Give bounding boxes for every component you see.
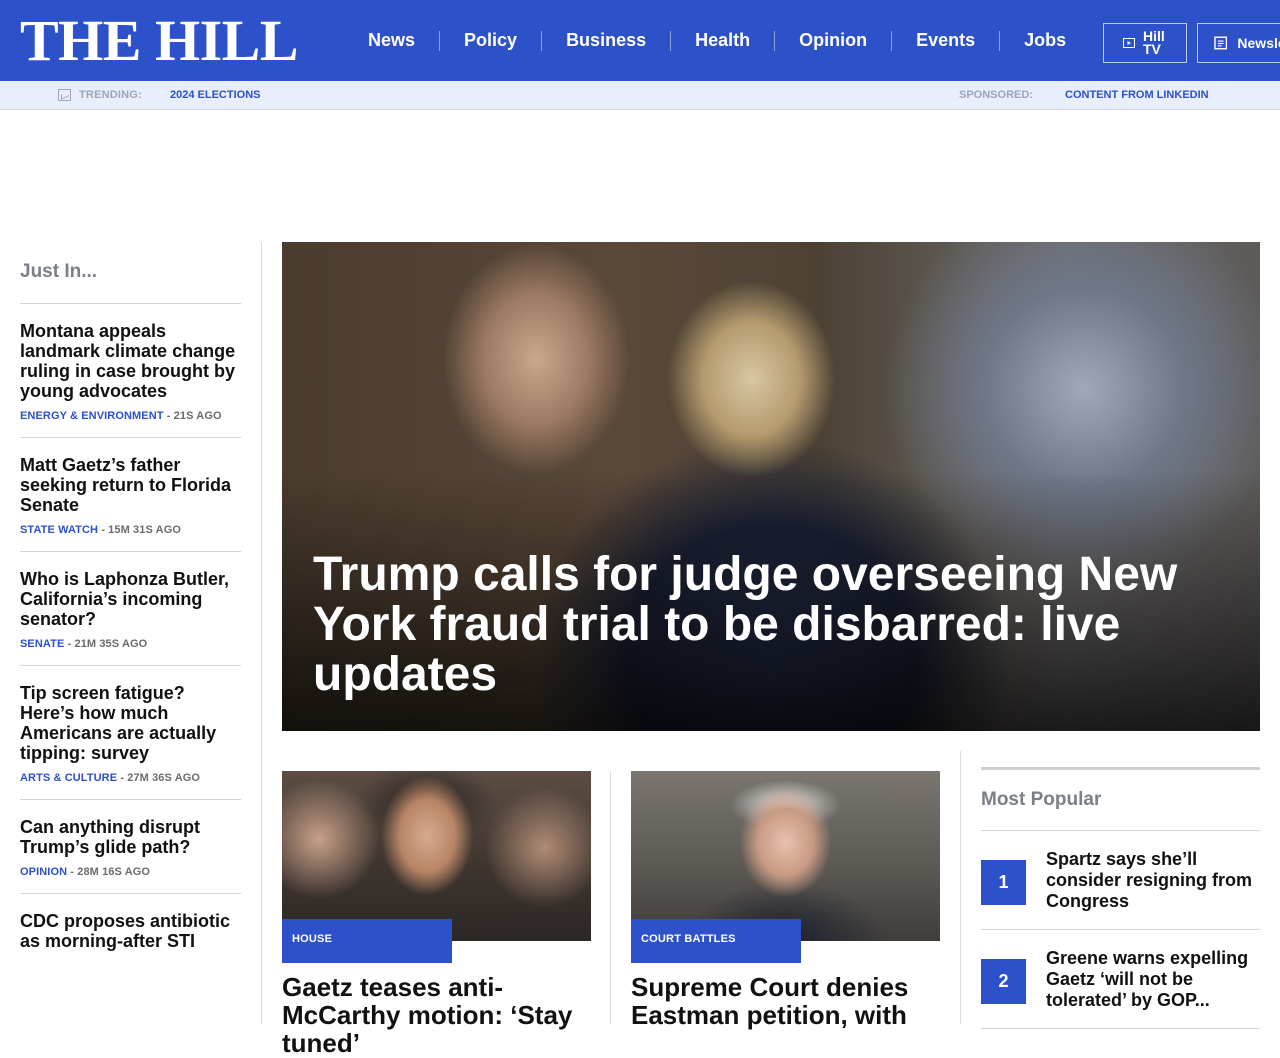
story-photo [282, 771, 591, 941]
just-in-category[interactable]: OPINION [20, 866, 67, 878]
column-divider [610, 771, 611, 1024]
story-image[interactable] [282, 771, 591, 941]
just-in-meta: ARTS & CULTURE - 27M 36S AGO [20, 772, 241, 784]
just-in-item[interactable]: Can anything disrupt Trump’s glide path?… [20, 800, 241, 894]
nav-events[interactable]: Events [892, 30, 999, 51]
just-in-headline[interactable]: Montana appeals landmark climate change … [20, 321, 241, 401]
just-in-meta: STATE WATCH - 15M 31S AGO [20, 524, 241, 536]
newsletters-label: Newsletters [1237, 35, 1280, 51]
just-in-headline[interactable]: CDC proposes antibiotic as morning-after… [20, 911, 241, 951]
nav-opinion[interactable]: Opinion [775, 30, 891, 51]
just-in-headline[interactable]: Matt Gaetz’s father seeking return to Fl… [20, 455, 241, 515]
hero-headline[interactable]: Trump calls for judge overseeing New Yor… [313, 550, 1233, 700]
popular-item[interactable]: 2 Greene warns expelling Gaetz ‘will not… [981, 930, 1260, 1029]
just-in-category[interactable]: STATE WATCH [20, 524, 98, 536]
just-in-time: - 21S AGO [163, 410, 222, 422]
sponsored-link-linkedin[interactable]: CONTENT FROM LINKEDIN [1065, 89, 1209, 101]
sponsored-label: SPONSORED: [959, 89, 1033, 101]
just-in-category[interactable]: ARTS & CULTURE [20, 772, 117, 784]
most-popular: Most Popular 1 Spartz says she’ll consid… [981, 767, 1260, 1029]
just-in-headline[interactable]: Who is Laphonza Butler, California’s inc… [20, 569, 241, 629]
just-in-meta: SENATE - 21M 35S AGO [20, 638, 241, 650]
site-header: THE HILL News Policy Business Health Opi… [0, 0, 1280, 81]
story-headline[interactable]: Supreme Court denies Eastman petition, w… [631, 973, 940, 1029]
trending-label: TRENDING: [79, 89, 142, 101]
just-in-item[interactable]: Montana appeals landmark climate change … [20, 304, 241, 438]
column-divider [960, 751, 961, 1024]
nav-jobs[interactable]: Jobs [1000, 30, 1090, 51]
popular-headline[interactable]: Spartz says she’ll consider resigning fr… [1046, 849, 1260, 912]
newsletter-icon [1214, 36, 1228, 50]
just-in-item[interactable]: Tip screen fatigue? Here’s how much Amer… [20, 666, 241, 800]
hill-tv-button[interactable]: Hill TV [1103, 23, 1187, 63]
just-in-category[interactable]: ENERGY & ENVIRONMENT [20, 410, 164, 422]
just-in-item[interactable]: Who is Laphonza Butler, California’s inc… [20, 552, 241, 666]
most-popular-title: Most Popular [981, 770, 1260, 831]
just-in-title: Just In... [20, 242, 241, 304]
popular-rank: 1 [981, 860, 1026, 905]
story-photo [631, 771, 940, 941]
just-in-time: - 27M 36S AGO [117, 772, 201, 784]
story-card[interactable]: COURT BATTLES Supreme Court denies Eastm… [631, 771, 940, 1029]
newsletters-button[interactable]: Newsletters [1197, 23, 1280, 63]
just-in-headline[interactable]: Can anything disrupt Trump’s glide path? [20, 817, 241, 857]
hero-story[interactable]: Trump calls for judge overseeing New Yor… [282, 242, 1260, 731]
nav-policy[interactable]: Policy [440, 30, 541, 51]
story-headline[interactable]: Gaetz teases anti-McCarthy motion: ‘Stay… [282, 973, 591, 1057]
story-category-badge[interactable]: COURT BATTLES [631, 919, 801, 963]
play-icon [1123, 37, 1135, 48]
just-in-category[interactable]: SENATE [20, 638, 64, 650]
popular-headline[interactable]: Greene warns expelling Gaetz ‘will not b… [1046, 948, 1260, 1011]
story-category-badge[interactable]: HOUSE [282, 919, 452, 963]
main-nav: News Policy Business Health Opinion Even… [344, 0, 1090, 81]
just-in-time: - 15M 31S AGO [98, 524, 181, 536]
just-in-meta: OPINION - 28M 16S AGO [20, 866, 241, 878]
trending-link-elections[interactable]: 2024 ELECTIONS [170, 89, 260, 101]
just-in-item[interactable]: Matt Gaetz’s father seeking return to Fl… [20, 438, 241, 552]
nav-business[interactable]: Business [542, 30, 670, 51]
just-in-meta: ENERGY & ENVIRONMENT - 21S AGO [20, 410, 241, 422]
popular-rank: 2 [981, 959, 1026, 1004]
nav-health[interactable]: Health [671, 30, 774, 51]
just-in-sidebar: Just In... Montana appeals landmark clim… [20, 242, 241, 966]
just-in-item[interactable]: CDC proposes antibiotic as morning-after… [20, 894, 241, 966]
trending-chart-icon [58, 89, 71, 101]
column-divider [261, 242, 262, 1024]
story-image[interactable] [631, 771, 940, 941]
popular-item[interactable]: 1 Spartz says she’ll consider resigning … [981, 831, 1260, 930]
site-logo[interactable]: THE HILL [20, 12, 299, 70]
trending-bar: TRENDING: 2024 ELECTIONS SPONSORED: CONT… [0, 81, 1280, 110]
just-in-time: - 21M 35S AGO [64, 638, 148, 650]
just-in-headline[interactable]: Tip screen fatigue? Here’s how much Amer… [20, 683, 241, 763]
nav-news[interactable]: News [344, 30, 439, 51]
story-card[interactable]: HOUSE Gaetz teases anti-McCarthy motion:… [282, 771, 591, 1057]
just-in-time: - 28M 16S AGO [67, 866, 151, 878]
hill-tv-label: Hill TV [1143, 28, 1165, 57]
